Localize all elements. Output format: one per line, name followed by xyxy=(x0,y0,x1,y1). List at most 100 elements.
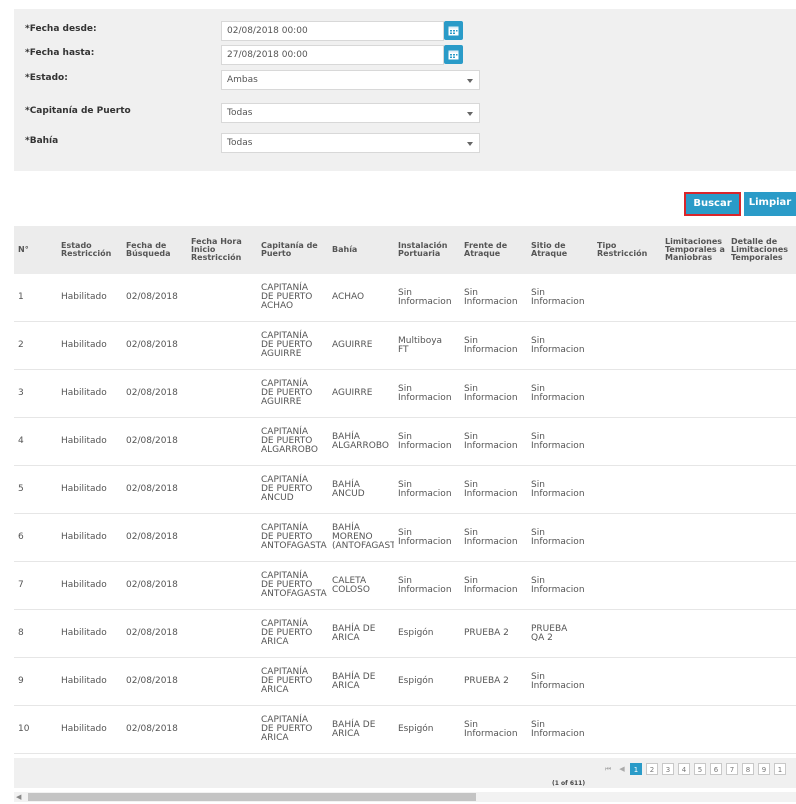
estado-row: *Estado: Ambas xyxy=(14,70,796,92)
table-cell xyxy=(187,321,257,370)
table-row[interactable]: 2 Habilitado 02/08/2018 CAPITANÍA DE PUERTO… xyxy=(14,321,796,370)
fecha-hasta-input[interactable]: 27/08/2018 00:00 xyxy=(221,45,444,65)
table-cell: CAPITANÍA DE PUERTO ARICA xyxy=(257,705,328,754)
bahia-row: *Bahía Todas xyxy=(14,133,796,155)
table-cell: Sin Informacion xyxy=(527,513,593,562)
table-cell: Sin Informacion xyxy=(460,465,527,514)
table-row[interactable]: 10 Habilitado 02/08/2018 CAPITANÍA DE PUERT… xyxy=(14,705,796,754)
table-cell: Sin Informacion xyxy=(394,274,460,322)
table-row[interactable]: 3 Habilitado 02/08/2018 CAPITANÍA DE PUERTO… xyxy=(14,369,796,418)
calendar-icon xyxy=(448,26,459,36)
table-cell: 02/08/2018 xyxy=(122,513,187,562)
table-cell xyxy=(187,513,257,562)
table-cell: 02/08/2018 xyxy=(122,274,187,322)
table-cell xyxy=(187,274,257,322)
page-button[interactable]: 1 xyxy=(630,763,642,775)
table-cell xyxy=(593,369,661,418)
page-button[interactable]: 9 xyxy=(758,763,770,775)
table-row[interactable]: 4 Habilitado 02/08/2018 CAPITANÍA DE PUERTO… xyxy=(14,417,796,466)
column-header[interactable]: Fecha Hora Inicio Restricción xyxy=(187,226,257,274)
column-header[interactable]: Fecha de Búsqueda xyxy=(122,226,187,274)
paginator: (1 of 611) ⏮ ◀ 1 2 3 4 5 6 7 8 9 1 xyxy=(14,758,796,788)
table-row[interactable]: 9 Habilitado 02/08/2018 CAPITANÍA DE PUERTO… xyxy=(14,657,796,706)
table-cell xyxy=(661,369,727,418)
limpiar-button[interactable]: Limpiar xyxy=(744,192,796,216)
estado-cell: Habilitado xyxy=(57,274,122,322)
horizontal-scrollbar[interactable]: ◀ xyxy=(14,792,796,802)
buscar-button[interactable]: Buscar xyxy=(684,192,741,216)
table-cell xyxy=(593,561,661,610)
column-header[interactable]: Sitio de Atraque xyxy=(527,226,593,274)
column-header[interactable]: Limitaciones Temporales a Maniobras xyxy=(661,226,727,274)
column-header[interactable]: Instalación Portuaria xyxy=(394,226,460,274)
prev-page-button[interactable]: ◀ xyxy=(616,763,628,775)
column-header[interactable]: Tipo Restricción xyxy=(593,226,661,274)
table-cell xyxy=(187,417,257,466)
fecha-hasta-calendar-button[interactable] xyxy=(444,45,463,64)
page-button[interactable]: 4 xyxy=(678,763,690,775)
fecha-desde-calendar-button[interactable] xyxy=(444,21,463,40)
page-button[interactable]: 8 xyxy=(742,763,754,775)
table-cell: BAHÍA DE ARICA xyxy=(328,705,394,754)
bahia-label: *Bahía xyxy=(25,136,59,146)
table-cell xyxy=(187,465,257,514)
scrollbar-thumb[interactable] xyxy=(28,793,476,801)
estado-cell: Habilitado xyxy=(57,417,122,466)
table-cell: BAHÍA DE ARICA xyxy=(328,609,394,658)
estado-cell: Habilitado xyxy=(57,561,122,610)
table-cell: Sin Informacion xyxy=(527,705,593,754)
page-button[interactable]: 6 xyxy=(710,763,722,775)
table-row[interactable]: 5 Habilitado 02/08/2018 CAPITANÍA DE PUERTO… xyxy=(14,465,796,514)
table-cell: Sin Informacion xyxy=(394,513,460,562)
table-cell xyxy=(727,561,796,610)
table-cell: Sin Informacion xyxy=(527,274,593,322)
estado-select-value: Ambas xyxy=(227,75,258,85)
column-header[interactable]: Estado Restricción xyxy=(57,226,122,274)
fecha-desde-row: *Fecha desde: 02/08/2018 00:00 xyxy=(14,21,796,43)
table-cell xyxy=(727,369,796,418)
estado-cell: Habilitado xyxy=(57,609,122,658)
table-cell xyxy=(661,657,727,706)
table-cell: AGUIRRE xyxy=(328,369,394,418)
column-header[interactable]: N° xyxy=(14,226,57,274)
table-cell: 10 xyxy=(14,705,57,754)
column-header[interactable]: Detalle de Limitaciones Temporales xyxy=(727,226,796,274)
column-header[interactable]: Capitanía de Puerto xyxy=(257,226,328,274)
table-cell xyxy=(187,561,257,610)
scroll-left-arrow-icon[interactable]: ◀ xyxy=(16,793,21,801)
table-cell xyxy=(593,274,661,322)
estado-cell: Habilitado xyxy=(57,513,122,562)
table-cell: Espigón xyxy=(394,705,460,754)
estado-select[interactable]: Ambas xyxy=(221,70,480,90)
table-cell xyxy=(593,657,661,706)
table-cell xyxy=(727,417,796,466)
fecha-desde-input[interactable]: 02/08/2018 00:00 xyxy=(221,21,444,41)
table-cell: Sin Informacion xyxy=(460,369,527,418)
page-button[interactable]: 5 xyxy=(694,763,706,775)
table-cell: Sin Informacion xyxy=(394,417,460,466)
table-row[interactable]: 7 Habilitado 02/08/2018 CAPITANÍA DE PUERTO… xyxy=(14,561,796,610)
table-cell: CAPITANÍA DE PUERTO ANTOFAGASTA xyxy=(257,561,328,610)
column-header[interactable]: Frente de Atraque xyxy=(460,226,527,274)
page-button[interactable]: 7 xyxy=(726,763,738,775)
table-cell: Sin Informacion xyxy=(394,465,460,514)
table-cell: Espigón xyxy=(394,657,460,706)
page-button[interactable]: 1 xyxy=(774,763,786,775)
first-page-button[interactable]: ⏮ xyxy=(602,763,614,775)
table-cell: 02/08/2018 xyxy=(122,465,187,514)
bahia-select[interactable]: Todas xyxy=(221,133,480,153)
page-button[interactable]: 2 xyxy=(646,763,658,775)
page-button[interactable]: 3 xyxy=(662,763,674,775)
table-cell: 02/08/2018 xyxy=(122,369,187,418)
table-cell: 1 xyxy=(14,274,57,322)
table-cell: 02/08/2018 xyxy=(122,609,187,658)
estado-cell: Habilitado xyxy=(57,465,122,514)
capitania-select[interactable]: Todas xyxy=(221,103,480,123)
column-header[interactable]: Bahía xyxy=(328,226,394,274)
table-cell: BAHÍA DE ARICA xyxy=(328,657,394,706)
table-row[interactable]: 8 Habilitado 02/08/2018 CAPITANÍA DE PUERTO… xyxy=(14,609,796,658)
table-row[interactable]: 6 Habilitado 02/08/2018 CAPITANÍA DE PUERTO… xyxy=(14,513,796,562)
table-cell xyxy=(727,274,796,322)
table-row[interactable]: 1 Habilitado 02/08/2018 CAPITANÍA DE PUERTO… xyxy=(14,274,796,322)
table-cell xyxy=(593,513,661,562)
